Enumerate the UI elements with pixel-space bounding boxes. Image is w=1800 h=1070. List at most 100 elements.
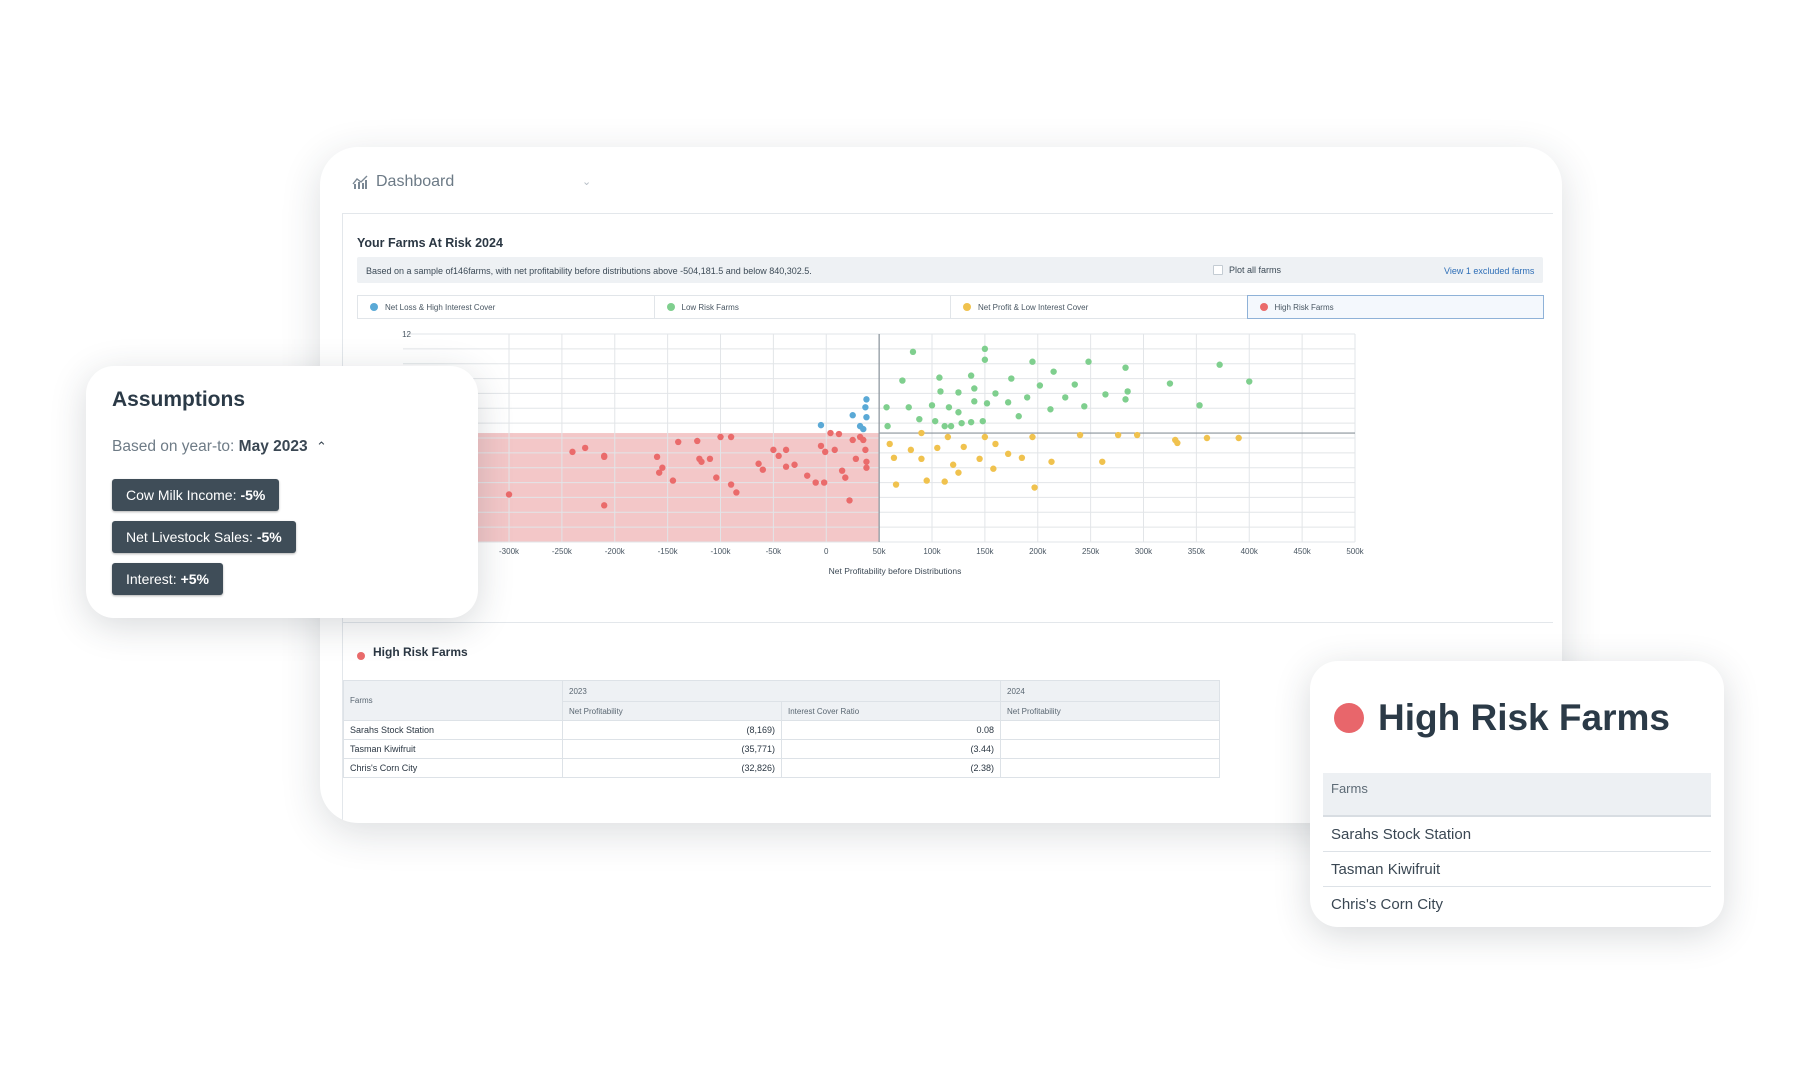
- based-on-selector[interactable]: Based on year-to: May 2023 ⌃: [112, 438, 327, 456]
- chip-value: -5%: [256, 529, 282, 545]
- legend-tab-high-risk[interactable]: High Risk Farms: [1246, 295, 1544, 319]
- dashboard-selector[interactable]: Dashboard ⌄: [352, 173, 591, 191]
- data-point: [909, 348, 917, 356]
- cow-milk-income-chip[interactable]: Cow Milk Income: -5%: [112, 479, 280, 511]
- list-item[interactable]: Sarahs Stock Station: [1323, 817, 1711, 852]
- legend-tabs: Net Loss & High Interest Cover Low Risk …: [357, 295, 1544, 321]
- data-point: [907, 446, 915, 454]
- legend-dot: [963, 303, 971, 311]
- data-point: [863, 396, 870, 403]
- sample-info-bar: Based on a sample of146farms, with net p…: [357, 257, 1543, 283]
- data-point: [1124, 388, 1131, 395]
- data-point: [569, 448, 576, 456]
- data-point: [1004, 399, 1012, 406]
- legend-tab-net-loss[interactable]: Net Loss & High Interest Cover: [357, 295, 655, 319]
- legend-dot: [370, 303, 378, 311]
- data-point: [842, 474, 849, 481]
- plot-all-farms-toggle[interactable]: Plot all farms: [1213, 265, 1281, 275]
- table-row[interactable]: Tasman Kiwifruit (35,771) (3.44): [343, 739, 1220, 759]
- farms-header: Farms: [343, 680, 563, 721]
- x-tick-label: 350k: [1188, 547, 1206, 556]
- chart-icon: [352, 175, 368, 189]
- x-tick-label: 50k: [873, 547, 887, 556]
- data-point: [937, 388, 944, 395]
- data-point: [928, 402, 936, 409]
- data-point: [983, 400, 991, 407]
- legend-label: Net Loss & High Interest Cover: [385, 302, 496, 312]
- data-point: [960, 443, 967, 451]
- data-point: [694, 437, 701, 445]
- high-risk-title-text: High Risk Farms: [373, 645, 468, 659]
- data-point: [831, 446, 838, 454]
- data-point: [971, 385, 978, 392]
- data-point: [804, 472, 811, 479]
- data-point: [659, 464, 666, 471]
- data-point: [1133, 431, 1141, 439]
- data-point: [1246, 378, 1253, 385]
- high-risk-dot: [357, 652, 365, 660]
- plot-all-checkbox[interactable]: [1213, 265, 1223, 275]
- based-prefix: Based on year-to:: [112, 438, 235, 455]
- data-point: [981, 345, 989, 353]
- data-point: [1196, 402, 1203, 409]
- data-point: [669, 477, 677, 484]
- high-risk-farms-card: High Risk Farms Farms Sarahs Stock Stati…: [1310, 661, 1724, 927]
- chevron-up-icon[interactable]: ⌃: [316, 439, 327, 455]
- data-point: [1235, 434, 1242, 442]
- data-point: [916, 415, 923, 423]
- legend-tab-net-profit[interactable]: Net Profit & Low Interest Cover: [950, 295, 1248, 319]
- data-point: [846, 497, 853, 504]
- data-point: [886, 440, 893, 448]
- data-point: [1099, 458, 1106, 465]
- net-livestock-sales-chip[interactable]: Net Livestock Sales: -5%: [112, 521, 296, 553]
- sample-text: Based on a sample of146farms, with net p…: [366, 266, 812, 276]
- data-point: [923, 477, 930, 484]
- year-2023-header: 2023: [562, 680, 1001, 702]
- data-point: [1114, 431, 1122, 439]
- high-risk-card-title: High Risk Farms: [1334, 697, 1670, 739]
- data-point: [976, 455, 983, 462]
- data-point: [820, 479, 828, 486]
- data-point: [947, 422, 955, 430]
- x-tick-label: 200k: [1029, 547, 1047, 556]
- data-point: [1216, 361, 1223, 368]
- data-point: [955, 389, 962, 396]
- list-item[interactable]: Chris's Corn City: [1323, 887, 1711, 921]
- data-point: [971, 398, 978, 405]
- data-point: [835, 430, 843, 438]
- table-row[interactable]: Chris's Corn City (32,826) (2.38): [343, 758, 1220, 778]
- based-value: May 2023: [238, 438, 308, 455]
- farms-column-header: Farms: [1323, 773, 1711, 817]
- section-divider: [343, 622, 1553, 623]
- list-item[interactable]: Tasman Kiwifruit: [1323, 852, 1711, 887]
- x-tick-label: 300k: [1135, 547, 1153, 556]
- legend-label: High Risk Farms: [1274, 302, 1334, 312]
- legend-label: Low Risk Farms: [681, 302, 739, 312]
- data-point: [600, 502, 608, 509]
- data-point: [1029, 433, 1036, 441]
- net-profitability-value: (35,771): [562, 739, 782, 759]
- data-point: [727, 433, 735, 441]
- y-tick-label: 12: [402, 330, 411, 339]
- data-point: [936, 374, 943, 381]
- high-risk-table: Farms 2023 2024 Net Profitability Intere…: [343, 680, 1220, 778]
- chip-label: Net Livestock Sales:: [126, 529, 253, 545]
- data-point: [918, 455, 925, 462]
- excluded-farms-link[interactable]: View 1 excluded farms: [1444, 266, 1534, 276]
- data-point: [979, 417, 986, 425]
- assumptions-card: Assumptions Based on year-to: May 2023 ⌃…: [86, 366, 478, 618]
- data-point: [967, 372, 975, 379]
- interest-chip[interactable]: Interest: +5%: [112, 563, 224, 595]
- interest-cover-value: (3.44): [781, 739, 1001, 759]
- chevron-down-icon[interactable]: ⌄: [582, 175, 591, 188]
- data-point: [733, 489, 740, 496]
- data-point: [860, 436, 867, 444]
- dashboard-title: Dashboard: [376, 173, 455, 190]
- data-point: [1102, 391, 1109, 398]
- table-row[interactable]: Sarahs Stock Station (8,169) 0.08: [343, 720, 1220, 740]
- data-point: [782, 463, 790, 470]
- data-point: [949, 461, 957, 468]
- data-point: [1122, 396, 1129, 403]
- legend-tab-low-risk[interactable]: Low Risk Farms: [653, 295, 951, 319]
- data-point: [1122, 364, 1129, 371]
